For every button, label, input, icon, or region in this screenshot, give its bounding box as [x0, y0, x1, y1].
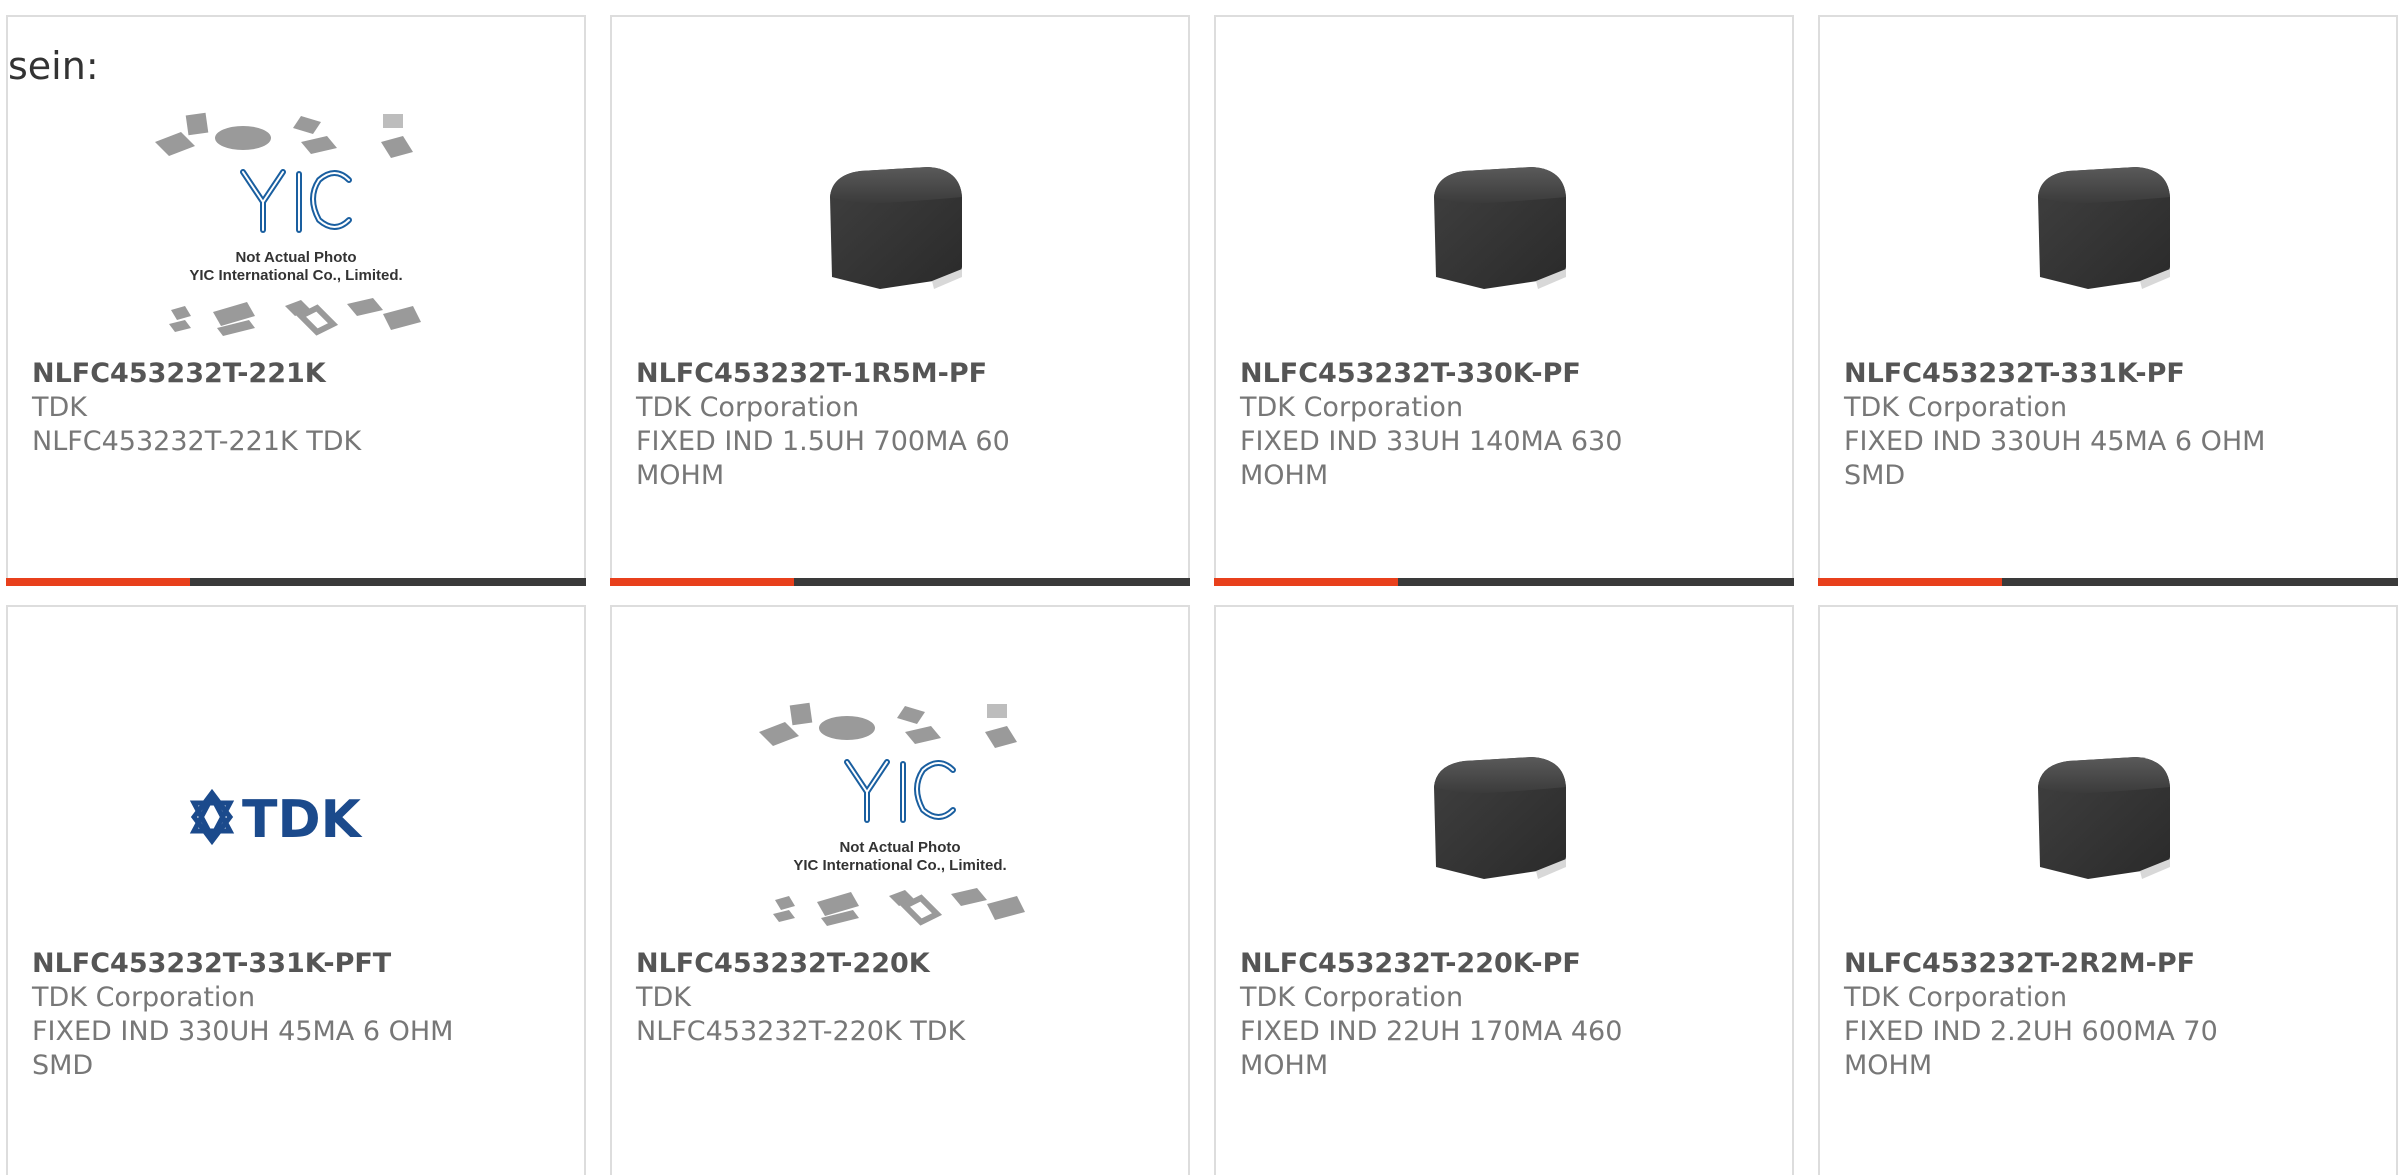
- lead-text: sein:: [8, 44, 99, 88]
- manufacturer-label: TDK: [636, 982, 691, 1013]
- product-description: MOHM: [1844, 1050, 1933, 1081]
- inductor-image: [1434, 757, 1566, 879]
- product-card[interactable]: NLFC453232T-1R5M-PF TDK Corporation FIXED …: [610, 15, 1190, 586]
- product-description: FIXED IND 330UH 45MA 6 OHM: [1844, 426, 2266, 457]
- product-card[interactable]: NLFC453232T-220K-PF TDK Corporation FIXED …: [1214, 605, 1794, 1175]
- manufacturer-label: TDK Corporation: [636, 392, 860, 423]
- part-number-link[interactable]: NLFC453232T-331K-PF: [1844, 357, 2372, 391]
- not-actual-photo-image: Not Actual Photo YIC International Co., …: [759, 702, 1025, 926]
- product-info: NLFC453232T-1R5M-PF TDK Corporation FIXED …: [636, 357, 1164, 493]
- manufacturer-label: TDK Corporation: [32, 982, 256, 1013]
- yic-company-label: YIC International Co., Limited.: [189, 267, 402, 284]
- not-actual-photo-label: Not Actual Photo: [235, 249, 356, 266]
- product-description: NLFC453232T-221K TDK: [32, 426, 362, 457]
- part-number-link[interactable]: NLFC453232T-2R2M-PF: [1844, 947, 2372, 981]
- card-accent-bar: [6, 578, 586, 586]
- manufacturer-label: TDK Corporation: [1240, 982, 1464, 1013]
- tdk-logo-text: TDK: [242, 790, 363, 847]
- product-description: FIXED IND 22UH 170MA 460: [1240, 1016, 1623, 1047]
- product-info: NLFC453232T-220K TDK NLFC453232T-220K TDK: [636, 947, 1164, 1049]
- product-image[interactable]: [1820, 87, 2396, 367]
- product-description: SMD: [32, 1050, 94, 1081]
- product-description: FIXED IND 330UH 45MA 6 OHM: [32, 1016, 454, 1047]
- product-card[interactable]: NLFC453232T-331K-PF TDK Corporation FIXED …: [1818, 15, 2398, 586]
- card-accent-highlight: [1818, 578, 2002, 586]
- product-card[interactable]: NLFC453232T-2R2M-PF TDK Corporation FIXED …: [1818, 605, 2398, 1175]
- product-info: NLFC453232T-220K-PF TDK Corporation FIXED …: [1240, 947, 1768, 1083]
- product-info: NLFC453232T-330K-PF TDK Corporation FIXED …: [1240, 357, 1768, 493]
- product-image[interactable]: [1216, 87, 1792, 367]
- manufacturer-label: TDK Corporation: [1240, 392, 1464, 423]
- product-image[interactable]: [1820, 677, 2396, 957]
- manufacturer-label: TDK: [32, 392, 87, 423]
- product-image[interactable]: Not Actual Photo YIC International Co., …: [8, 87, 584, 367]
- part-number-link[interactable]: NLFC453232T-1R5M-PF: [636, 357, 1164, 391]
- product-description: MOHM: [1240, 1050, 1329, 1081]
- product-description: FIXED IND 33UH 140MA 630: [1240, 426, 1623, 457]
- manufacturer-label: TDK Corporation: [1844, 392, 2068, 423]
- product-description: NLFC453232T-220K TDK: [636, 1016, 966, 1047]
- product-info: NLFC453232T-2R2M-PF TDK Corporation FIXED …: [1844, 947, 2372, 1083]
- product-description: SMD: [1844, 460, 1906, 491]
- product-info: NLFC453232T-331K-PFT TDK Corporation FIXED…: [32, 947, 560, 1083]
- product-description: FIXED IND 1.5UH 700MA 60: [636, 426, 1010, 457]
- yic-company-label: YIC International Co., Limited.: [793, 857, 1006, 874]
- product-card[interactable]: NLFC453232T-330K-PF TDK Corporation FIXED …: [1214, 15, 1794, 586]
- not-actual-photo-image: Not Actual Photo YIC International Co., …: [155, 112, 421, 336]
- card-accent-highlight: [6, 578, 190, 586]
- part-number-link[interactable]: NLFC453232T-221K: [32, 357, 560, 391]
- product-image[interactable]: Not Actual Photo YIC International Co., …: [612, 677, 1188, 957]
- card-accent-highlight: [1214, 578, 1398, 586]
- card-accent-highlight: [610, 578, 794, 586]
- card-accent-bar: [1818, 578, 2398, 586]
- not-actual-photo-label: Not Actual Photo: [839, 839, 960, 856]
- product-info: NLFC453232T-221K TDK NLFC453232T-221K TDK: [32, 357, 560, 459]
- product-card[interactable]: TDK NLFC453232T-331K-PFT TDK Corporation F…: [6, 605, 586, 1175]
- product-description: FIXED IND 2.2UH 600MA 70: [1844, 1016, 2218, 1047]
- inductor-image: [2038, 167, 2170, 289]
- inductor-image: [830, 167, 962, 289]
- product-image[interactable]: [1216, 677, 1792, 957]
- product-info: NLFC453232T-331K-PF TDK Corporation FIXED …: [1844, 357, 2372, 493]
- tdk-logo: TDK: [189, 788, 363, 847]
- product-description: MOHM: [636, 460, 725, 491]
- part-number-link[interactable]: NLFC453232T-331K-PFT: [32, 947, 560, 981]
- product-card[interactable]: Not Actual Photo YIC International Co., …: [6, 15, 586, 586]
- card-accent-bar: [1214, 578, 1794, 586]
- part-number-link[interactable]: NLFC453232T-330K-PF: [1240, 357, 1768, 391]
- card-accent-bar: [610, 578, 1190, 586]
- product-description: MOHM: [1240, 460, 1329, 491]
- product-image[interactable]: TDK: [8, 677, 584, 957]
- inductor-image: [1434, 167, 1566, 289]
- manufacturer-label: TDK Corporation: [1844, 982, 2068, 1013]
- part-number-link[interactable]: NLFC453232T-220K-PF: [1240, 947, 1768, 981]
- product-image[interactable]: [612, 87, 1188, 367]
- inductor-image: [2038, 757, 2170, 879]
- part-number-link[interactable]: NLFC453232T-220K: [636, 947, 1164, 981]
- product-card[interactable]: Not Actual Photo YIC International Co., …: [610, 605, 1190, 1175]
